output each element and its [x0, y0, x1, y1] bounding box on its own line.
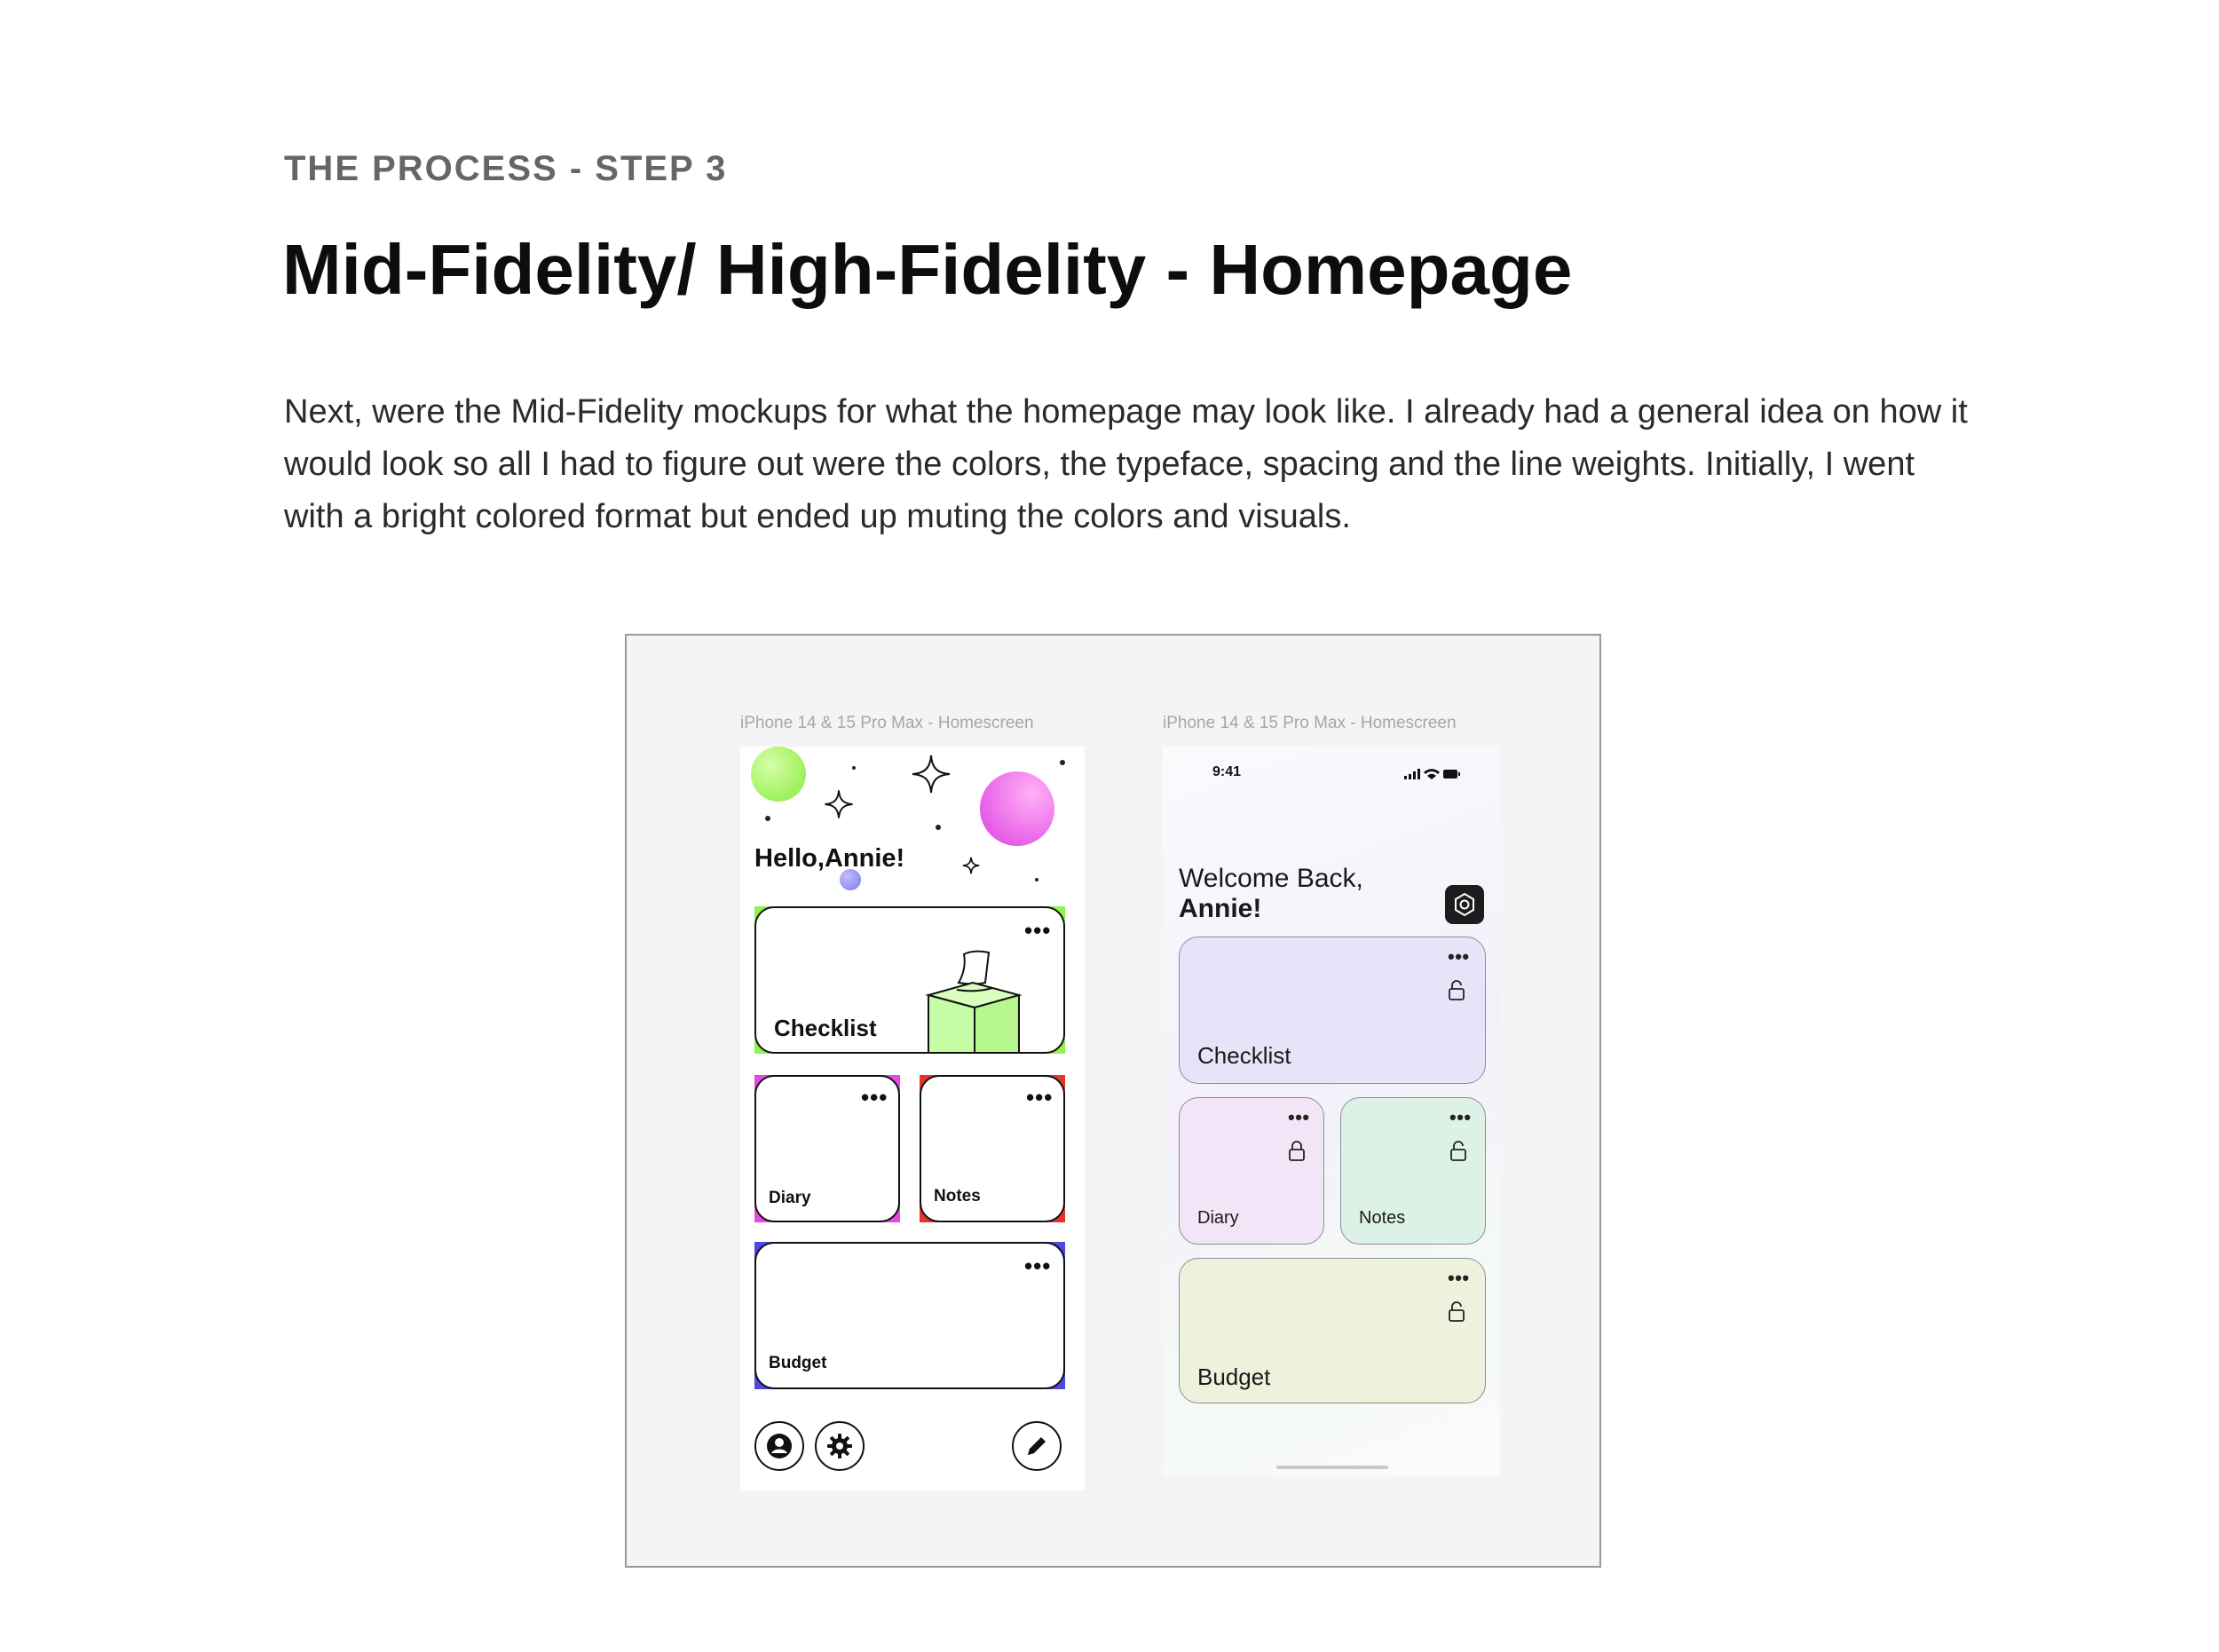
diary-card-body: ••• Diary: [754, 1075, 900, 1222]
status-time: 9:41: [1212, 764, 1242, 779]
budget-card[interactable]: ••• Budget: [1179, 1258, 1486, 1403]
checklist-label: Checklist: [774, 1015, 877, 1041]
notes-label: Notes: [934, 1187, 981, 1205]
welcome-line1: Welcome Back,: [1179, 864, 1363, 893]
more-icon[interactable]: •••: [1024, 919, 1051, 942]
pencil-icon: [1028, 1437, 1046, 1455]
budget-label: Budget: [1197, 1363, 1271, 1390]
more-icon[interactable]: •••: [1024, 1254, 1051, 1277]
more-icon[interactable]: •••: [1448, 947, 1470, 967]
checklist-card-body: ••• Checklist: [754, 906, 1065, 1054]
decor-dot: [852, 766, 856, 770]
settings-icon: [1455, 892, 1474, 917]
budget-card-body: ••• Budget: [754, 1242, 1065, 1389]
more-icon[interactable]: •••: [1449, 1108, 1472, 1127]
sparkle-icon: [962, 857, 980, 874]
battery-icon: [1443, 770, 1460, 779]
green-bubble: [751, 747, 806, 802]
greeting: Hello,Annie!: [754, 844, 905, 873]
diary-card[interactable]: ••• Diary: [1179, 1097, 1324, 1245]
hi-frame-label: iPhone 14 & 15 Pro Max - Homescreen: [1163, 714, 1457, 732]
decor-dot: [1035, 878, 1038, 881]
signal-icon: [1404, 769, 1420, 779]
lock-icon[interactable]: [1448, 1301, 1465, 1323]
decor-dot: [936, 825, 941, 830]
edit-button[interactable]: [1012, 1421, 1062, 1471]
lock-icon[interactable]: [1448, 980, 1465, 1001]
welcome-name: Annie!: [1179, 894, 1262, 923]
budget-label: Budget: [769, 1354, 827, 1372]
status-icons: [1404, 769, 1460, 779]
mockup-frame: iPhone 14 & 15 Pro Max - Homescreen iPho…: [625, 634, 1601, 1568]
settings-button[interactable]: [815, 1421, 865, 1471]
wifi-icon: [1424, 769, 1440, 779]
lock-icon[interactable]: [1288, 1141, 1306, 1162]
sparkle-icon: [912, 755, 951, 794]
diary-label: Diary: [769, 1189, 811, 1207]
home-indicator[interactable]: [1276, 1466, 1388, 1469]
high-fidelity-phone: 9:41 Welcome Back, Annie! ••• Checklist …: [1163, 747, 1500, 1476]
notes-card-body: ••• Notes: [920, 1075, 1065, 1222]
settings-button[interactable]: [1445, 885, 1484, 924]
sparkle-icon: [825, 790, 853, 818]
welcome-heading: Welcome Back, Annie!: [1179, 864, 1363, 924]
decor-dot: [765, 816, 770, 821]
notes-label: Notes: [1359, 1208, 1406, 1228]
more-icon[interactable]: •••: [1448, 1269, 1470, 1288]
section-eyebrow: THE PROCESS - STEP 3: [284, 149, 728, 188]
profile-icon: [767, 1434, 792, 1458]
decor-dot: [1060, 760, 1065, 765]
tissue-box-illustration: [925, 950, 1023, 1052]
more-icon[interactable]: •••: [1026, 1086, 1053, 1109]
more-icon[interactable]: •••: [1288, 1108, 1310, 1127]
mid-fidelity-phone: Hello,Annie! ••• Checklist ••• Diary •••…: [740, 747, 1085, 1490]
gear-icon: [827, 1434, 852, 1458]
lock-icon[interactable]: [1449, 1141, 1467, 1162]
diary-label: Diary: [1197, 1208, 1239, 1228]
more-icon[interactable]: •••: [861, 1086, 888, 1109]
mid-frame-label: iPhone 14 & 15 Pro Max - Homescreen: [740, 714, 1034, 732]
pink-bubble: [980, 771, 1054, 846]
checklist-card[interactable]: ••• Checklist: [754, 906, 1065, 1054]
checklist-label: Checklist: [1197, 1042, 1291, 1069]
checklist-card[interactable]: ••• Checklist: [1179, 937, 1486, 1084]
profile-button[interactable]: [754, 1421, 804, 1471]
budget-card[interactable]: ••• Budget: [754, 1242, 1065, 1389]
diary-card[interactable]: ••• Diary: [754, 1075, 900, 1222]
description-paragraph: Next, were the Mid-Fidelity mockups for …: [284, 393, 1968, 535]
page-title: Mid-Fidelity/ High-Fidelity - Homepage: [282, 230, 1573, 309]
notes-card[interactable]: ••• Notes: [920, 1075, 1065, 1222]
notes-card[interactable]: ••• Notes: [1340, 1097, 1486, 1245]
